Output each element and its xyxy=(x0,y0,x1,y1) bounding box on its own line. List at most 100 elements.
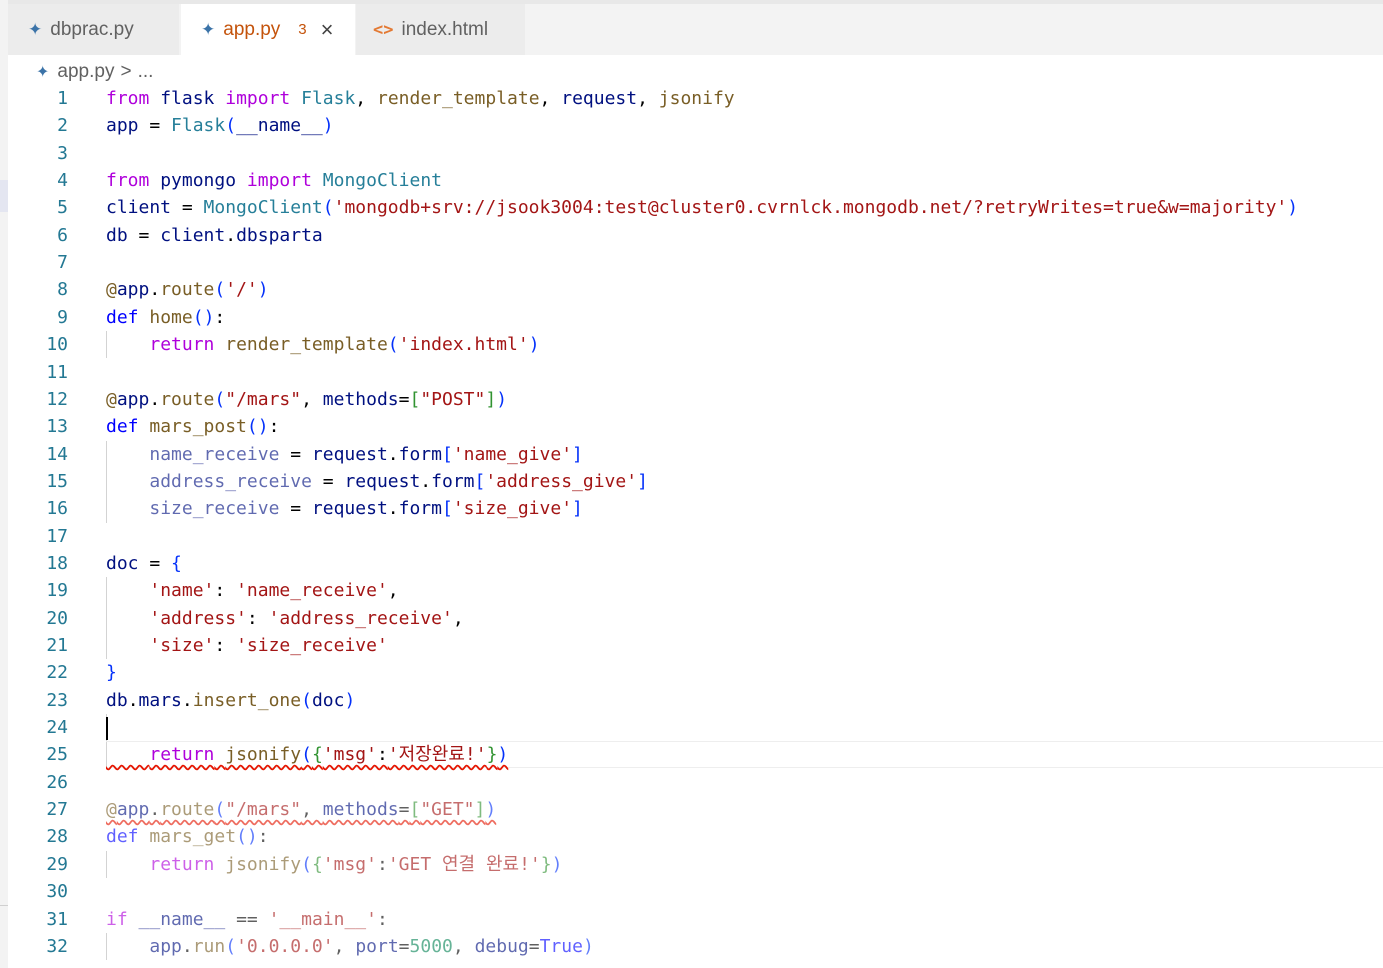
code-line[interactable]: 6 db = client.dbsparta xyxy=(8,222,1383,249)
code-line[interactable]: 29 return jsonify({'msg':'GET 연결 완료!'}) xyxy=(8,851,1383,878)
line-number: 19 xyxy=(46,580,68,602)
line-number: 18 xyxy=(46,552,68,574)
tab-label: app.py xyxy=(223,18,281,40)
code-line[interactable]: 19 'name': 'name_receive', xyxy=(8,577,1383,604)
code-line[interactable]: 23 db.mars.insert_one(doc) xyxy=(8,687,1383,714)
code-line[interactable]: 24 xyxy=(8,714,1383,741)
python-file-icon: ✦ xyxy=(201,19,216,39)
line-number: 17 xyxy=(46,525,68,547)
code-line[interactable]: 12 @app.route("/mars", methods=["POST"]) xyxy=(8,386,1383,413)
line-number: 27 xyxy=(46,799,68,821)
code-line[interactable]: 3 xyxy=(8,140,1383,167)
code-line[interactable]: 10 return render_template('index.html') xyxy=(8,331,1383,358)
breadcrumb-symbol[interactable]: ... xyxy=(138,61,154,83)
code-text: return render_template('index.html') xyxy=(149,334,540,356)
code-line[interactable]: 4 from pymongo import MongoClient xyxy=(8,167,1383,194)
code-line[interactable]: 5 client = MongoClient('mongodb+srv://jso… xyxy=(8,194,1383,221)
tab-index-html[interactable]: <> index.html xyxy=(356,4,526,55)
code-text: client = MongoClient('mongodb+srv://jsoo… xyxy=(106,197,1299,219)
code-text: name_receive = request.form['name_give'] xyxy=(149,443,583,465)
code-line[interactable]: 27 @app.route("/mars", methods=["GET"]) xyxy=(8,796,1383,823)
line-number: 29 xyxy=(46,853,68,875)
activity-strip xyxy=(0,0,8,968)
code-editor[interactable]: 1 from flask import Flask, render_templat… xyxy=(8,85,1383,968)
line-number: 30 xyxy=(46,881,68,903)
code-text: app = Flask(__name__) xyxy=(106,115,334,137)
tab-dbprac[interactable]: ✦ dbprac.py xyxy=(8,4,180,55)
code-line[interactable]: 28 def mars_get(): xyxy=(8,823,1383,850)
line-number: 21 xyxy=(46,635,68,656)
code-line[interactable]: 18 doc = { xyxy=(8,550,1383,577)
line-number: 14 xyxy=(46,443,68,465)
breadcrumb: ✦ app.py > ... xyxy=(36,58,153,86)
code-line[interactable]: 11 xyxy=(8,359,1383,386)
code-line[interactable]: 8 @app.route('/') xyxy=(8,276,1383,303)
code-text: from flask import Flask, render_template… xyxy=(106,88,735,109)
code-text: @app.route("/mars", methods=["POST"]) xyxy=(106,388,508,410)
line-number: 24 xyxy=(46,717,68,739)
line-number: 11 xyxy=(46,361,68,383)
tab-label: index.html xyxy=(401,18,489,40)
code-text: def mars_get(): xyxy=(106,826,269,848)
line-number: 32 xyxy=(46,935,68,957)
line-number: 1 xyxy=(57,88,68,109)
code-line[interactable]: 1 from flask import Flask, render_templat… xyxy=(8,85,1383,112)
code-line[interactable]: 17 xyxy=(8,523,1383,550)
code-text: @app.route('/') xyxy=(106,279,269,301)
line-number: 3 xyxy=(57,142,68,164)
line-number: 6 xyxy=(57,224,68,246)
line-number: 31 xyxy=(46,908,68,930)
code-line[interactable]: 15 address_receive = request.form['addre… xyxy=(8,468,1383,495)
code-line[interactable]: 13 def mars_post(): xyxy=(8,413,1383,440)
code-line[interactable]: 2 app = Flask(__name__) xyxy=(8,112,1383,139)
code-text: return jsonify({'msg':'GET 연결 완료!'}) xyxy=(149,853,563,875)
strip-divider xyxy=(0,905,8,906)
code-text: 'name': 'name_receive', xyxy=(149,580,399,602)
breadcrumb-file[interactable]: app.py xyxy=(57,61,114,83)
code-text: @app.route("/mars", methods=["GET"]) xyxy=(106,796,496,823)
code-text: doc = { xyxy=(106,552,182,574)
line-number: 25 xyxy=(46,744,68,766)
line-number: 9 xyxy=(57,306,68,328)
code-line[interactable]: 9 def home(): xyxy=(8,304,1383,331)
code-text: def mars_post(): xyxy=(106,416,280,438)
tab-app[interactable]: ✦ app.py 3 × xyxy=(181,4,355,55)
code-text: 'address': 'address_receive', xyxy=(149,607,464,629)
code-text: size_receive = request.form['size_give'] xyxy=(149,498,583,520)
code-text: def home(): xyxy=(106,306,226,328)
code-line[interactable]: 30 xyxy=(8,878,1383,905)
line-number: 22 xyxy=(46,662,68,684)
code-line[interactable]: 25 return jsonify({'msg':'저장완료!'}) xyxy=(8,741,1383,768)
code-line[interactable]: 26 xyxy=(8,769,1383,796)
code-line[interactable]: 31 if __name__ == '__main__': xyxy=(8,906,1383,933)
line-number: 8 xyxy=(57,279,68,301)
code-line[interactable]: 21 'size': 'size_receive' xyxy=(8,632,1383,659)
line-number: 7 xyxy=(57,252,68,274)
editor-tab-bar: ✦ dbprac.py ✦ app.py 3 × <> index.html xyxy=(8,0,1383,55)
line-number: 28 xyxy=(46,826,68,848)
line-number: 10 xyxy=(46,334,68,356)
line-number: 20 xyxy=(46,607,68,629)
code-text: db.mars.insert_one(doc) xyxy=(106,689,356,711)
close-icon[interactable]: × xyxy=(321,17,334,43)
python-file-icon: ✦ xyxy=(28,19,43,39)
line-number: 5 xyxy=(57,197,68,219)
line-number: 13 xyxy=(46,416,68,438)
line-number: 2 xyxy=(57,115,68,137)
code-line[interactable]: 7 xyxy=(8,249,1383,276)
error-squiggle: return jsonify({'msg':'저장완료!'}) xyxy=(149,744,509,766)
line-number: 4 xyxy=(57,170,68,192)
tab-label: dbprac.py xyxy=(50,18,134,40)
error-squiggle: @app.route("/mars", methods=["GET"]) xyxy=(106,799,497,821)
code-line[interactable]: 22} xyxy=(8,659,1383,686)
code-text: return jsonify({'msg':'저장완료!'}) xyxy=(106,741,508,768)
code-line[interactable]: 14 name_receive = request.form['name_giv… xyxy=(8,441,1383,468)
code-line[interactable]: 16 size_receive = request.form['size_giv… xyxy=(8,495,1383,522)
line-number: 16 xyxy=(46,498,68,520)
code-line[interactable]: 32 app.run('0.0.0.0', port=5000, debug=T… xyxy=(8,933,1383,960)
code-line[interactable]: 20 'address': 'address_receive', xyxy=(8,605,1383,632)
code-text: 'size': 'size_receive' xyxy=(149,635,388,656)
line-number: 12 xyxy=(46,388,68,410)
html-file-icon: <> xyxy=(373,19,394,40)
line-number: 23 xyxy=(46,689,68,711)
